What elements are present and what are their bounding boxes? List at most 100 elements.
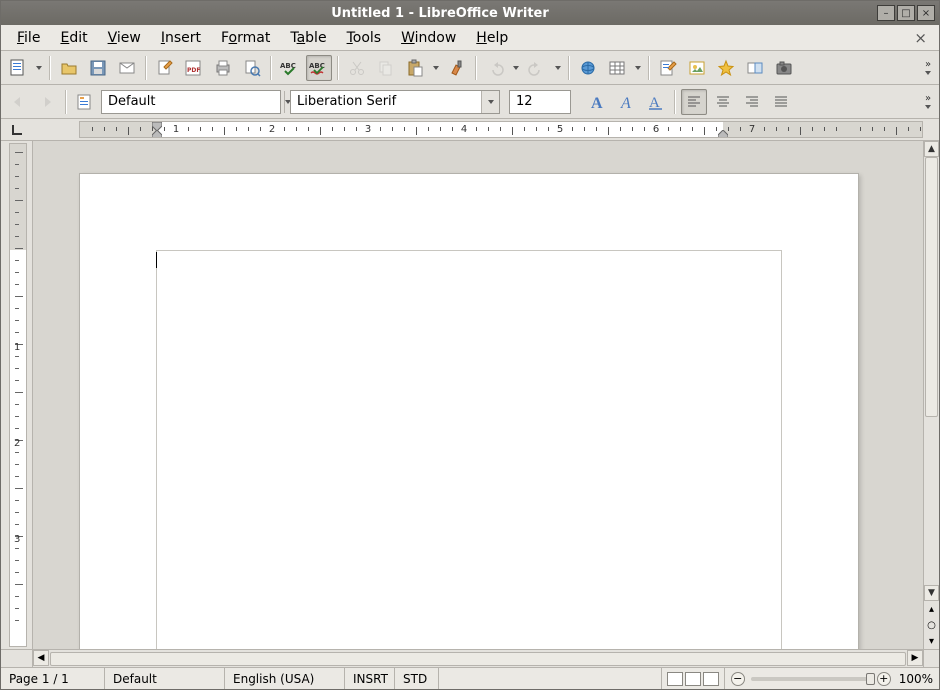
vertical-ruler[interactable]: 123 [9,143,27,647]
hscroll-track[interactable] [49,650,907,667]
status-style[interactable]: Default [105,668,225,689]
apply-style-button[interactable] [72,89,98,115]
document-viewport[interactable] [33,141,923,649]
edit-file-button[interactable] [152,55,178,81]
standard-toolbar: PDF ABC ABC » [1,51,939,85]
hscroll-thumb[interactable] [50,652,906,666]
menu-view[interactable]: View [98,27,151,49]
align-center-icon [715,94,731,110]
window-title: Untitled 1 - LibreOffice Writer [5,6,875,21]
close-document-button[interactable]: × [908,26,933,50]
page[interactable] [79,173,859,649]
scroll-left-button[interactable]: ◀ [33,650,49,666]
align-right-button[interactable] [739,89,765,115]
next-page-nav[interactable]: ▾ [924,633,939,649]
zoom-level[interactable]: 100% [899,672,933,686]
copy-button[interactable] [373,55,399,81]
font-size-combo[interactable] [509,90,571,114]
horizontal-scrollbar[interactable]: ◀ ▶ [1,649,939,667]
paragraph-style-input[interactable] [102,91,284,113]
underline-icon: A [646,92,666,112]
gallery-button[interactable] [684,55,710,81]
open-button[interactable] [56,55,82,81]
menubar: File Edit View Insert Format Table Tools… [1,25,939,51]
maximize-button[interactable]: □ [897,5,915,21]
menu-edit[interactable]: Edit [50,27,97,49]
print-preview-button[interactable] [239,55,265,81]
vertical-scrollbar[interactable]: ▲ ▼ ▴ ○ ▾ [923,141,939,649]
style-apply-icon [76,93,94,111]
hyperlink-button[interactable] [575,55,601,81]
redo-button[interactable] [524,55,550,81]
nav-back-button[interactable] [5,89,31,115]
table-button[interactable] [604,55,630,81]
format-paintbrush-button[interactable] [444,55,470,81]
extras-button[interactable] [713,55,739,81]
toolbar-overflow[interactable]: » [921,53,935,83]
minimize-button[interactable]: – [877,5,895,21]
horizontal-ruler[interactable]: 1234567 [79,121,923,138]
view-book[interactable] [703,672,719,686]
close-button[interactable]: × [917,5,935,21]
font-name-dropdown[interactable] [481,91,499,113]
view-multi-page[interactable] [685,672,701,686]
menu-format[interactable]: Format [211,27,280,49]
compare-button[interactable] [742,55,768,81]
navigator-button[interactable]: ○ [924,617,939,633]
styles-button[interactable] [655,55,681,81]
email-button[interactable] [114,55,140,81]
format-toolbar-overflow[interactable]: » [921,87,935,117]
menu-tools[interactable]: Tools [337,27,392,49]
table-dropdown[interactable] [633,55,643,81]
zoom-in-button[interactable]: + [877,672,891,686]
view-single-page[interactable] [667,672,683,686]
svg-text:PDF: PDF [187,67,200,74]
paste-dropdown[interactable] [431,55,441,81]
print-button[interactable] [210,55,236,81]
svg-text:A: A [620,95,631,112]
paste-icon [406,59,424,77]
paragraph-style-combo[interactable] [101,90,281,114]
font-name-combo[interactable] [290,90,500,114]
menu-file[interactable]: File [7,27,50,49]
tab-type-button[interactable] [1,119,33,140]
auto-spellcheck-button[interactable]: ABC [306,55,332,81]
menu-help[interactable]: Help [466,27,518,49]
spellcheck-button[interactable]: ABC [277,55,303,81]
vscroll-thumb[interactable] [925,157,938,417]
camera-button[interactable] [771,55,797,81]
align-left-button[interactable] [681,89,707,115]
bold-button[interactable]: A [585,89,611,115]
paste-button[interactable] [402,55,428,81]
menu-window[interactable]: Window [391,27,466,49]
menu-table[interactable]: Table [280,27,336,49]
italic-button[interactable]: A [614,89,640,115]
status-language[interactable]: English (USA) [225,668,345,689]
scroll-up-button[interactable]: ▲ [924,141,939,157]
align-justify-button[interactable] [768,89,794,115]
scroll-down-button[interactable]: ▼ [924,585,939,601]
status-insert-mode[interactable]: INSRT [345,668,395,689]
vscroll-track[interactable] [924,157,939,585]
menu-insert[interactable]: Insert [151,27,211,49]
undo-button[interactable] [482,55,508,81]
new-doc-dropdown[interactable] [34,55,44,81]
scroll-right-button[interactable]: ▶ [907,650,923,666]
zoom-slider[interactable] [751,677,871,681]
redo-dropdown[interactable] [553,55,563,81]
nav-forward-button[interactable] [34,89,60,115]
align-center-button[interactable] [710,89,736,115]
pdf-export-button[interactable]: PDF [181,55,207,81]
cut-button[interactable] [344,55,370,81]
status-selection-mode[interactable]: STD [395,668,439,689]
save-button[interactable] [85,55,111,81]
status-page[interactable]: Page 1 / 1 [1,668,105,689]
prev-page-nav[interactable]: ▴ [924,601,939,617]
underline-button[interactable]: A [643,89,669,115]
new-doc-button[interactable] [5,55,31,81]
titlebar: Untitled 1 - LibreOffice Writer – □ × [1,1,939,25]
zoom-out-button[interactable]: − [731,672,745,686]
font-name-input[interactable] [291,91,481,113]
undo-dropdown[interactable] [511,55,521,81]
zoom-thumb[interactable] [866,673,875,685]
